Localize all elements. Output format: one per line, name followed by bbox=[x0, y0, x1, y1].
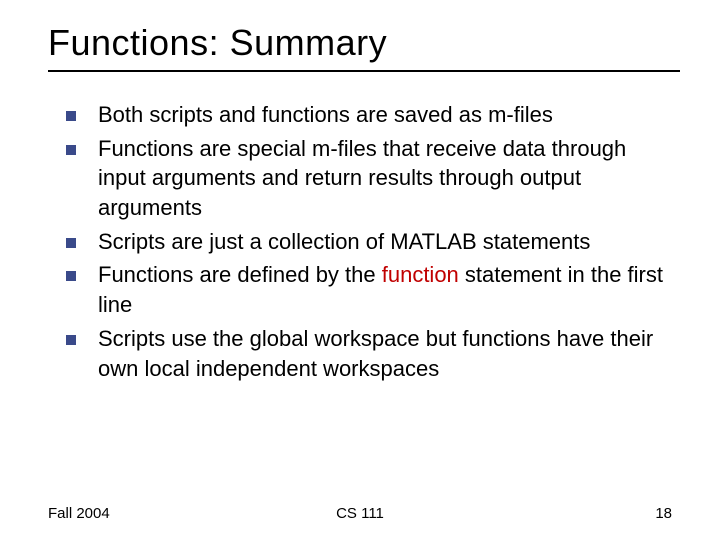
list-item: Scripts use the global workspace but fun… bbox=[66, 324, 680, 383]
bullet-text: Both scripts and functions are saved as … bbox=[98, 102, 553, 127]
list-item: Functions are special m-files that recei… bbox=[66, 134, 680, 223]
list-item: Functions are defined by the function st… bbox=[66, 260, 680, 319]
bullet-text: Scripts use the global workspace but fun… bbox=[98, 326, 653, 381]
footer: Fall 2004 CS 111 18 bbox=[0, 505, 720, 522]
footer-right: 18 bbox=[655, 505, 672, 522]
bullet-text: Functions are special m-files that recei… bbox=[98, 136, 626, 220]
footer-left: Fall 2004 bbox=[48, 505, 110, 522]
title-rule bbox=[48, 70, 680, 72]
bullet-text: Scripts are just a collection of MATLAB … bbox=[98, 229, 590, 254]
footer-center: CS 111 bbox=[336, 505, 384, 522]
bullet-text-highlight: function bbox=[382, 262, 459, 287]
bullet-list: Both scripts and functions are saved as … bbox=[48, 100, 680, 383]
list-item: Scripts are just a collection of MATLAB … bbox=[66, 227, 680, 257]
list-item: Both scripts and functions are saved as … bbox=[66, 100, 680, 130]
bullet-text-pre: Functions are defined by the bbox=[98, 262, 382, 287]
slide-title: Functions: Summary bbox=[48, 22, 680, 64]
